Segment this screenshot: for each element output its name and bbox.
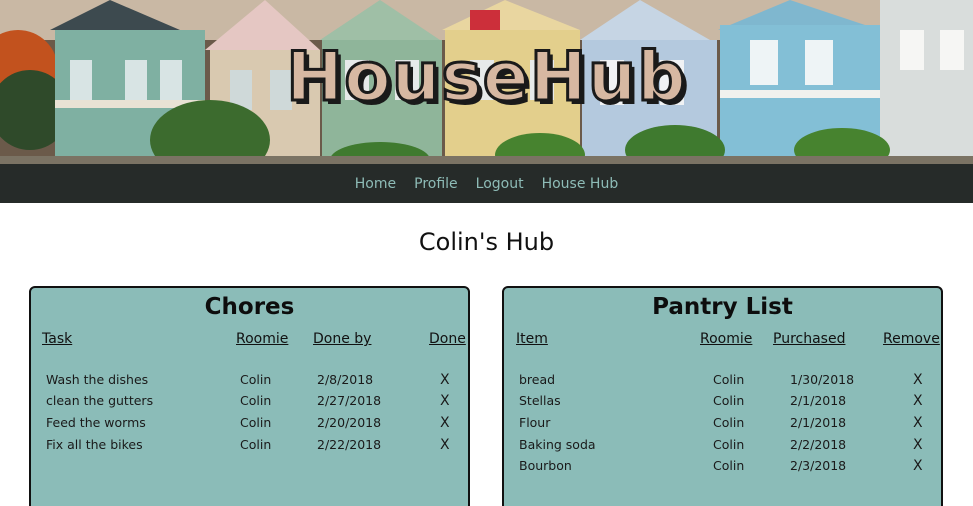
pantry-header-remove[interactable]: Remove xyxy=(883,331,940,347)
chores-panel: Chores Task Roomie Done by Done Wash the… xyxy=(29,286,470,506)
app-logo: HouseHub xyxy=(285,37,688,119)
chore-task: Wash the dishes xyxy=(46,372,149,387)
pantry-roomie: Colin xyxy=(713,458,745,473)
chores-title: Chores xyxy=(204,294,295,320)
pantry-date: 2/1/2018 xyxy=(790,393,847,408)
pantry-panel: Pantry List Item Roomie Purchased Remove… xyxy=(502,286,943,506)
chore-task: clean the gutters xyxy=(46,393,154,408)
table-row: Wash the dishes Colin 2/8/2018 X xyxy=(31,372,468,392)
pantry-date: 2/3/2018 xyxy=(790,458,847,473)
main-nav: Home Profile Logout House Hub xyxy=(0,164,973,203)
pantry-item: Flour xyxy=(519,415,551,430)
nav-link-house-hub[interactable]: House Hub xyxy=(542,176,619,192)
pantry-item: Bourbon xyxy=(519,458,572,473)
chore-date: 2/8/2018 xyxy=(317,372,374,387)
table-row: Flour Colin 2/1/2018 X xyxy=(504,415,941,435)
page-title: Colin's Hub xyxy=(418,228,555,256)
pantry-remove-button[interactable]: X xyxy=(913,372,923,388)
table-row: Stellas Colin 2/1/2018 X xyxy=(504,393,941,413)
table-row: Feed the worms Colin 2/20/2018 X xyxy=(31,415,468,435)
table-row: bread Colin 1/30/2018 X xyxy=(504,372,941,392)
chore-task: Fix all the bikes xyxy=(46,437,143,452)
chore-roomie: Colin xyxy=(240,372,272,387)
chore-done-button[interactable]: X xyxy=(440,372,450,388)
chore-done-button[interactable]: X xyxy=(440,415,450,431)
pantry-roomie: Colin xyxy=(713,393,745,408)
pantry-remove-button[interactable]: X xyxy=(913,415,923,431)
pantry-date: 2/1/2018 xyxy=(790,415,847,430)
pantry-roomie: Colin xyxy=(713,415,745,430)
header-banner: HouseHub xyxy=(0,0,973,164)
pantry-remove-button[interactable]: X xyxy=(913,458,923,474)
chore-date: 2/20/2018 xyxy=(317,415,382,430)
chore-date: 2/22/2018 xyxy=(317,437,382,452)
chores-header-done-by[interactable]: Done by xyxy=(313,331,371,347)
table-row: Bourbon Colin 2/3/2018 X xyxy=(504,458,941,478)
chore-date: 2/27/2018 xyxy=(317,393,382,408)
chore-done-button[interactable]: X xyxy=(440,393,450,409)
pantry-title: Pantry List xyxy=(652,294,793,320)
chore-roomie: Colin xyxy=(240,393,272,408)
chore-task: Feed the worms xyxy=(46,415,146,430)
pantry-header-purchased[interactable]: Purchased xyxy=(773,331,845,347)
table-row: Fix all the bikes Colin 2/22/2018 X xyxy=(31,437,468,457)
nav-link-profile[interactable]: Profile xyxy=(414,176,458,192)
pantry-item: Stellas xyxy=(519,393,561,408)
pantry-item: bread xyxy=(519,372,556,387)
pantry-remove-button[interactable]: X xyxy=(913,393,923,409)
pantry-date: 1/30/2018 xyxy=(790,372,855,387)
chores-header-roomie[interactable]: Roomie xyxy=(236,331,288,347)
table-row: clean the gutters Colin 2/27/2018 X xyxy=(31,393,468,413)
pantry-header-roomie[interactable]: Roomie xyxy=(700,331,752,347)
pantry-header-item[interactable]: Item xyxy=(516,331,548,347)
chores-header-task[interactable]: Task xyxy=(42,331,72,347)
chore-done-button[interactable]: X xyxy=(440,437,450,453)
pantry-roomie: Colin xyxy=(713,437,745,452)
table-row: Baking soda Colin 2/2/2018 X xyxy=(504,437,941,457)
chore-roomie: Colin xyxy=(240,437,272,452)
nav-link-home[interactable]: Home xyxy=(355,176,396,192)
chores-header-done[interactable]: Done xyxy=(429,331,466,347)
pantry-remove-button[interactable]: X xyxy=(913,437,923,453)
pantry-roomie: Colin xyxy=(713,372,745,387)
pantry-date: 2/2/2018 xyxy=(790,437,847,452)
nav-link-logout[interactable]: Logout xyxy=(476,176,524,192)
chore-roomie: Colin xyxy=(240,415,272,430)
pantry-item: Baking soda xyxy=(519,437,596,452)
